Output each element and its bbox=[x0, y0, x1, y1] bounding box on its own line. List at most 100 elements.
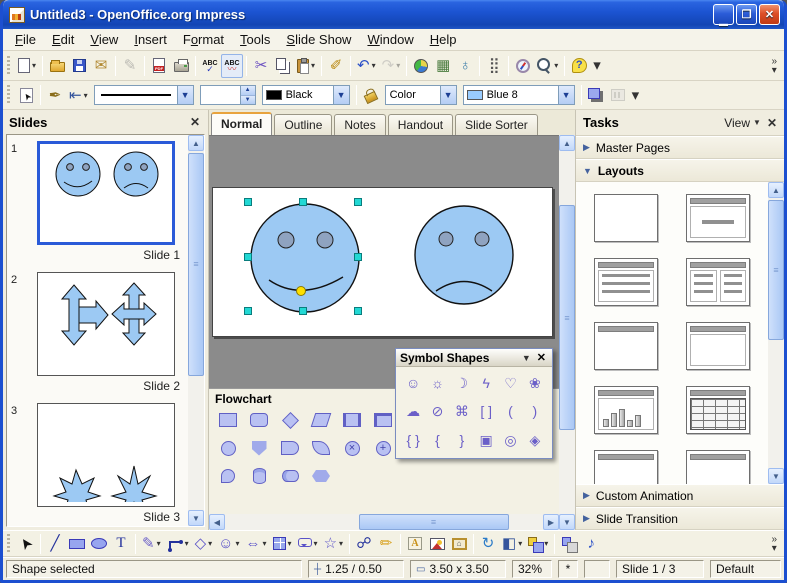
copy[interactable] bbox=[272, 54, 294, 78]
cut[interactable]: ✂ bbox=[250, 54, 272, 78]
flowchart-stored-data[interactable] bbox=[310, 438, 332, 458]
scrollbar-thumb[interactable] bbox=[768, 200, 784, 340]
spin-up[interactable]: ▲ bbox=[241, 86, 255, 96]
selection-handle-nw[interactable] bbox=[244, 198, 252, 206]
line-style-select[interactable]: ▼ bbox=[94, 85, 194, 105]
zoom-dropdown-icon[interactable]: ▾ bbox=[554, 61, 558, 70]
symbol-shapes-close-icon[interactable]: ✕ bbox=[535, 351, 548, 364]
fill-color-dropdown[interactable]: ▼ bbox=[558, 86, 574, 104]
maximize-button[interactable]: ❒ bbox=[736, 4, 757, 25]
scroll-down-icon[interactable]: ▼ bbox=[559, 514, 575, 530]
fill-color-select[interactable]: Blue 8 ▼ bbox=[463, 85, 575, 105]
stars-dropdown-icon[interactable]: ▾ bbox=[339, 539, 343, 548]
connector-dropdown-icon[interactable]: ▾ bbox=[185, 539, 189, 548]
autospellcheck[interactable]: ABC〰 bbox=[221, 54, 243, 78]
layout-title-two-content[interactable] bbox=[686, 258, 750, 306]
zoom[interactable]: ▾ bbox=[534, 54, 561, 78]
new-document[interactable]: ▾ bbox=[15, 54, 39, 78]
selection-handle-w[interactable] bbox=[244, 253, 252, 261]
scrollbar-thumb[interactable] bbox=[559, 205, 575, 430]
rotate[interactable]: ↻ bbox=[477, 532, 499, 556]
undo[interactable]: ↶▾ bbox=[354, 54, 379, 78]
select[interactable]: ➤ bbox=[15, 532, 37, 556]
shadow[interactable] bbox=[585, 83, 607, 107]
symbol-left-brace[interactable]: { bbox=[435, 432, 440, 450]
spellcheck[interactable]: ABC✓ bbox=[199, 54, 221, 78]
scroll-left-icon[interactable]: ◀ bbox=[209, 514, 225, 530]
line-color-dropdown[interactable]: ▼ bbox=[333, 86, 349, 104]
insert-hyperlink[interactable]: ♁ bbox=[454, 54, 476, 78]
canvas-vscrollbar[interactable]: ▲ ▼ bbox=[559, 135, 575, 530]
layout-title-chart[interactable] bbox=[594, 386, 658, 434]
layout-blank[interactable] bbox=[594, 194, 658, 242]
toolbar-options[interactable]: ▾ bbox=[590, 54, 604, 78]
alignment[interactable]: ◧▾ bbox=[499, 532, 525, 556]
symbol-left-bracket[interactable]: ( bbox=[508, 403, 513, 421]
tab-notes[interactable]: Notes bbox=[334, 114, 385, 135]
section-master-pages[interactable]: ▶ Master Pages bbox=[576, 136, 784, 159]
symbol-shapes-window[interactable]: Symbol Shapes ▼ ✕ ☺☼☽ϟ♡❀☁⊘⌘[ ](){ }{}▣◎◈ bbox=[395, 348, 553, 459]
menu-help[interactable]: Help bbox=[422, 30, 465, 49]
cursor-position[interactable]: ┼1.25 / 0.50 bbox=[308, 560, 404, 578]
flowchart-direct-access-storage[interactable] bbox=[279, 466, 301, 486]
paste-dropdown-icon[interactable]: ▾ bbox=[311, 61, 315, 70]
flowchart-delay[interactable] bbox=[279, 438, 301, 458]
curve[interactable]: ✎▾ bbox=[139, 532, 164, 556]
arrange[interactable]: ▾ bbox=[525, 532, 551, 556]
print[interactable] bbox=[170, 54, 192, 78]
section-slide-transition[interactable]: ▶ Slide Transition bbox=[576, 507, 784, 530]
gallery[interactable] bbox=[448, 532, 470, 556]
toolbar-overflow[interactable]: »▾ bbox=[768, 57, 780, 75]
basic-shapes-dropdown-icon[interactable]: ▾ bbox=[208, 539, 212, 548]
toolbar-grip[interactable] bbox=[6, 85, 11, 105]
stars[interactable]: ☆▾ bbox=[321, 532, 346, 556]
symbol-double-bracket[interactable]: [ ] bbox=[480, 403, 492, 421]
arrange-dropdown-icon[interactable]: ▾ bbox=[544, 539, 548, 548]
toolbar-options[interactable]: ▾ bbox=[629, 83, 643, 107]
flowchart-sequential-access[interactable] bbox=[217, 466, 239, 486]
symbol-puzzle[interactable]: ⌘ bbox=[455, 403, 469, 421]
smiley-happy[interactable] bbox=[251, 204, 359, 312]
layouts-scrollbar[interactable]: ▲ ▼ bbox=[768, 182, 784, 484]
save[interactable] bbox=[68, 54, 90, 78]
glue-points[interactable]: ✏ bbox=[375, 532, 397, 556]
arrow-style[interactable]: ⇤▾ bbox=[66, 83, 91, 107]
area-style-button[interactable] bbox=[360, 83, 382, 107]
insert-table[interactable]: ▦ bbox=[432, 54, 454, 78]
minimize-button[interactable]: ▁ bbox=[713, 4, 734, 25]
line[interactable]: ╱ bbox=[44, 532, 66, 556]
tab-outline[interactable]: Outline bbox=[274, 114, 332, 135]
redo[interactable]: ↷▾ bbox=[379, 54, 404, 78]
line-style-dropdown[interactable]: ▼ bbox=[177, 86, 193, 104]
edit-file[interactable]: ✎ bbox=[119, 54, 141, 78]
basic-shapes[interactable]: ◇▾ bbox=[192, 532, 216, 556]
layout-title-frame[interactable] bbox=[686, 322, 750, 370]
image-filter[interactable] bbox=[607, 83, 629, 107]
slides-scrollbar[interactable]: ▲ ▼ bbox=[188, 135, 204, 526]
menu-format[interactable]: Format bbox=[175, 30, 232, 49]
slide-thumb-image[interactable] bbox=[37, 403, 175, 507]
line-width-value[interactable] bbox=[201, 86, 240, 104]
symbol-lightning-bolt[interactable]: ϟ bbox=[482, 375, 489, 393]
menu-file[interactable]: File bbox=[7, 30, 44, 49]
scroll-down-icon[interactable]: ▼ bbox=[188, 510, 204, 526]
help[interactable] bbox=[568, 54, 590, 78]
flowchart-data[interactable] bbox=[310, 410, 332, 430]
layout-title-table[interactable] bbox=[686, 386, 750, 434]
scroll-up-icon[interactable]: ▲ bbox=[768, 182, 784, 198]
edit-points-mode[interactable] bbox=[15, 83, 37, 107]
callouts-dropdown-icon[interactable]: ▾ bbox=[314, 539, 318, 548]
flowchart[interactable]: ▾ bbox=[270, 532, 295, 556]
menu-insert[interactable]: Insert bbox=[126, 30, 175, 49]
connector[interactable]: ▾ bbox=[164, 532, 192, 556]
selection-handle-e[interactable] bbox=[354, 253, 362, 261]
scroll-right-icon[interactable]: ▶ bbox=[543, 514, 559, 530]
extrusion-toggle[interactable] bbox=[558, 532, 580, 556]
email-document[interactable]: ✉ bbox=[90, 54, 112, 78]
slide-thumbnail-2[interactable]: 2Slide 2 bbox=[11, 272, 186, 393]
symbol-heart[interactable]: ♡ bbox=[504, 375, 517, 393]
arrow-style-dropdown-icon[interactable]: ▾ bbox=[84, 91, 88, 100]
symbol-flower[interactable]: ❀ bbox=[529, 375, 541, 393]
edit-points[interactable]: ☍ bbox=[353, 532, 375, 556]
ellipse[interactable] bbox=[88, 532, 110, 556]
